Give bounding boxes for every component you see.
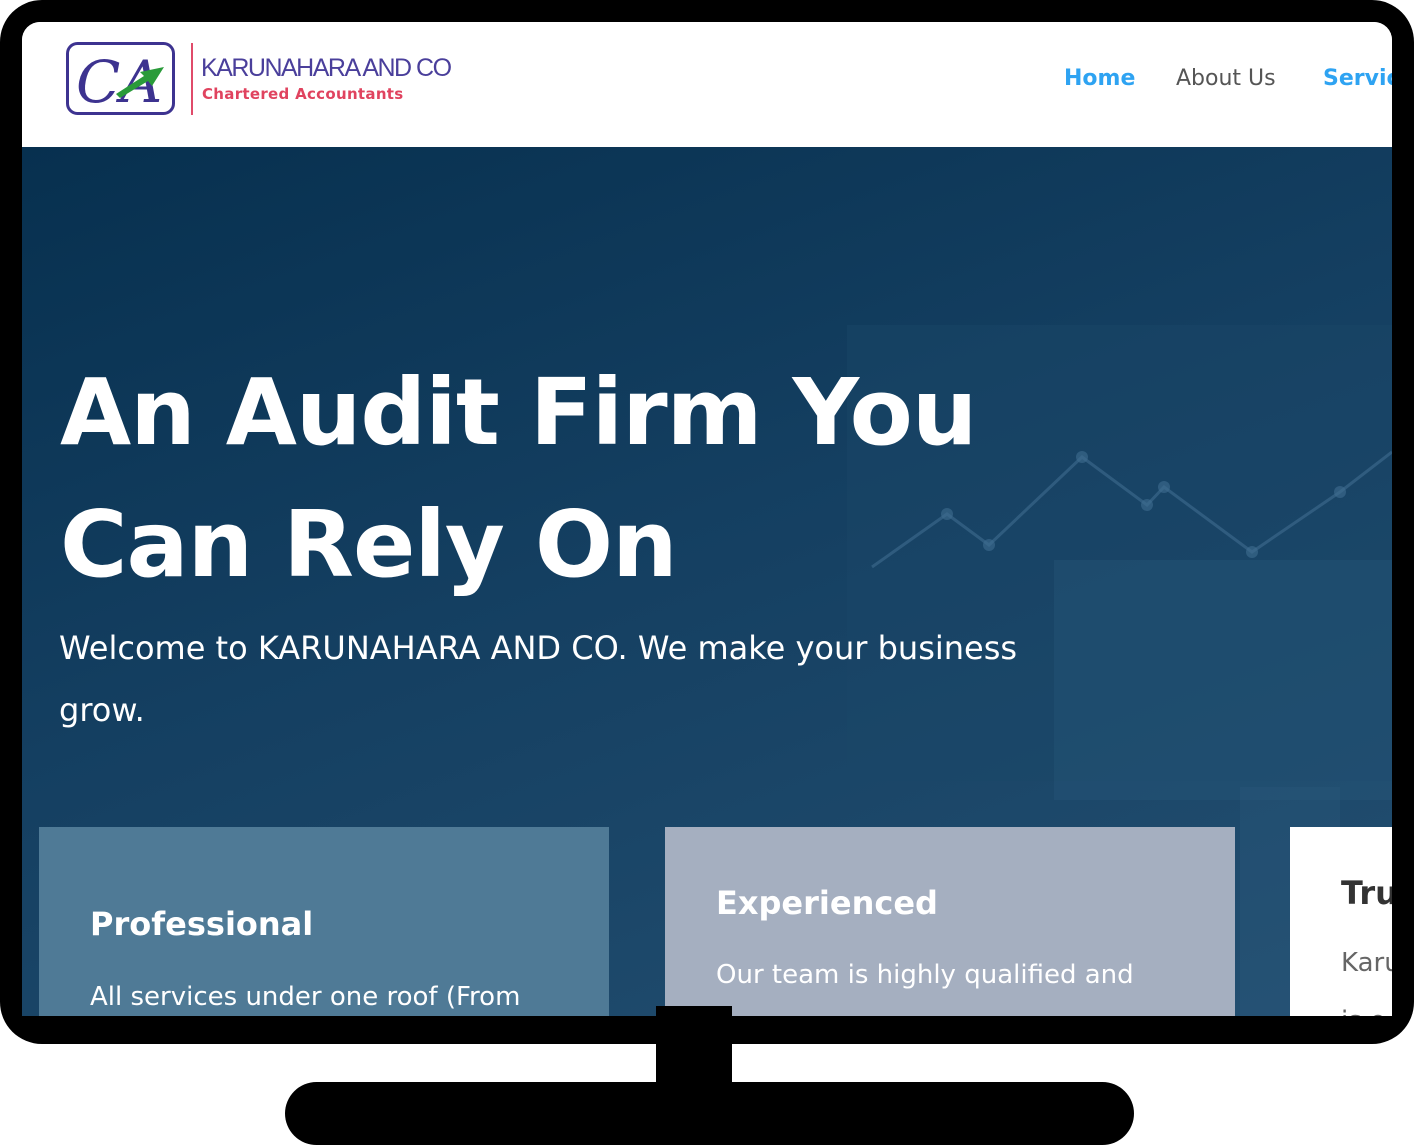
feature-card-title: Professional xyxy=(90,905,314,943)
feature-card-title: Experienced xyxy=(716,884,938,922)
nav-home-link[interactable]: Home xyxy=(1064,66,1135,91)
feature-card-text: Our team is highly qualified and xyxy=(716,960,1134,990)
feature-card-text: Karu is o xyxy=(1341,934,1392,1016)
hero-title: An Audit Firm You Can Rely On xyxy=(60,347,1060,611)
browser-screen: CA KARUNAHARA AND CO Chartered Accountan… xyxy=(22,22,1392,1016)
nav-services-link[interactable]: Servic xyxy=(1323,66,1392,91)
monitor-base xyxy=(285,1082,1134,1145)
feature-card-text: All services under one roof (From xyxy=(90,982,521,1012)
feature-card-professional: Professional All services under one roof… xyxy=(39,827,609,1016)
hero-section: An Audit Firm You Can Rely On Welcome to… xyxy=(22,147,1392,1016)
monitor-neck xyxy=(656,1006,732,1090)
hero-subtitle-line-2: grow. xyxy=(59,691,145,729)
feature-card-text-line-2: is o xyxy=(1341,1006,1386,1016)
feature-card-experienced: Experienced Our team is highly qualified… xyxy=(665,827,1235,1016)
nav-about-link[interactable]: About Us xyxy=(1176,66,1276,91)
hero-subtitle-line-1: Welcome to KARUNAHARA AND CO. We make yo… xyxy=(59,629,1018,667)
feature-card-text-line-1: Karu xyxy=(1341,948,1392,978)
hero-title-line-2: Can Rely On xyxy=(60,491,678,598)
monitor-frame: CA KARUNAHARA AND CO Chartered Accountan… xyxy=(0,0,1414,1044)
feature-card-trusted: Tru Karu is o xyxy=(1290,827,1392,1016)
feature-card-title: Tru xyxy=(1341,874,1392,912)
hero-title-line-1: An Audit Firm You xyxy=(60,359,977,466)
site-header: CA KARUNAHARA AND CO Chartered Accountan… xyxy=(22,22,1392,147)
hero-subtitle: Welcome to KARUNAHARA AND CO. We make yo… xyxy=(59,617,1059,741)
main-nav: Home About Us Servic xyxy=(22,66,1392,96)
